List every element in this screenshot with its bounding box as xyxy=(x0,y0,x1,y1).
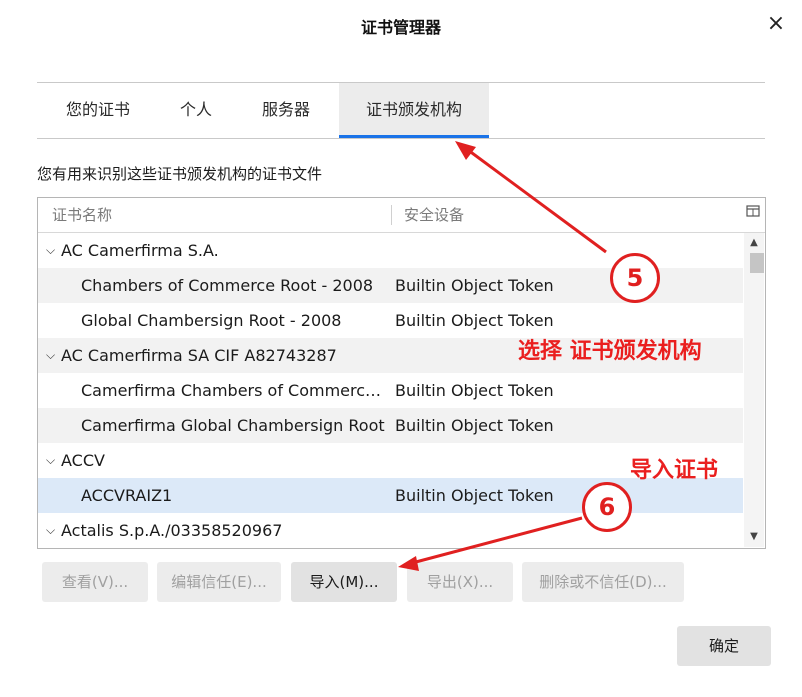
import-button[interactable]: 导入(M)... xyxy=(291,562,397,602)
row-name: Chambers of Commerce Root - 2008 xyxy=(81,276,374,295)
dialog-title: 证书管理器 xyxy=(360,18,441,37)
step-5-badge: 5 xyxy=(610,253,660,303)
scroll-thumb[interactable] xyxy=(750,253,764,273)
certificate-tree[interactable]: 证书名称 安全设备 ⌵ AC Camerfirma S.A. Chambers … xyxy=(37,197,766,549)
ok-button[interactable]: 确定 xyxy=(677,626,771,666)
certificate-manager-dialog: 证书管理器 × 您的证书 个人 服务器 证书颁发机构 您有用来识别这些证书颁发机… xyxy=(0,0,802,697)
tab-servers[interactable]: 服务器 xyxy=(233,83,339,137)
column-separator[interactable] xyxy=(391,205,392,225)
tree-header: 证书名称 安全设备 xyxy=(38,198,765,233)
row-name: Actalis S.p.A./03358520967 xyxy=(61,521,283,540)
tab-label: 服务器 xyxy=(261,100,310,119)
column-header-name[interactable]: 证书名称 xyxy=(52,198,112,232)
tabs-bottom-divider xyxy=(37,138,765,139)
chevron-down-icon[interactable]: ⌵ xyxy=(46,443,55,478)
chevron-down-icon[interactable]: ⌵ xyxy=(46,233,55,268)
export-button[interactable]: 导出(X)... xyxy=(407,562,513,602)
delete-distrust-button[interactable]: 删除或不信任(D)... xyxy=(522,562,684,602)
tab-bar: 您的证书 个人 服务器 证书颁发机构 xyxy=(37,83,765,139)
description-text: 您有用来识别这些证书颁发机构的证书文件 xyxy=(37,165,323,183)
edit-trust-button[interactable]: 编辑信任(E)... xyxy=(157,562,281,602)
scroll-up-icon[interactable]: ▲ xyxy=(744,235,764,251)
row-device: Builtin Object Token xyxy=(395,486,554,505)
tab-label: 证书颁发机构 xyxy=(365,100,462,119)
chevron-down-icon[interactable]: ⌵ xyxy=(46,513,55,548)
tree-item-row[interactable]: Camerfirma Chambers of Commerce... Built… xyxy=(38,373,743,408)
step-6-badge: 6 xyxy=(582,482,632,532)
vertical-scrollbar[interactable]: ▲ ▼ xyxy=(744,233,764,547)
row-name: AC Camerfirma SA CIF A82743287 xyxy=(61,346,337,365)
step-6-label: 导入证书 xyxy=(630,458,719,483)
row-name: AC Camerfirma S.A. xyxy=(61,241,219,260)
row-name: Global Chambersign Root - 2008 xyxy=(81,311,342,330)
row-device: Builtin Object Token xyxy=(395,381,554,400)
row-name: ACCV xyxy=(61,451,105,470)
tree-group-row[interactable]: ⌵ Actalis S.p.A./03358520967 xyxy=(38,513,743,548)
scroll-down-icon[interactable]: ▼ xyxy=(744,529,764,545)
tab-people[interactable]: 个人 xyxy=(159,83,233,137)
step-5-label: 选择 证书颁发机构 xyxy=(518,339,702,364)
close-icon[interactable]: × xyxy=(764,12,788,36)
tab-label: 您的证书 xyxy=(65,100,130,119)
title-bar: 证书管理器 × xyxy=(0,0,802,50)
row-device: Builtin Object Token xyxy=(395,416,554,435)
chevron-down-icon[interactable]: ⌵ xyxy=(46,338,55,373)
view-button[interactable]: 查看(V)... xyxy=(42,562,148,602)
row-name: Camerfirma Chambers of Commerce... xyxy=(81,381,389,400)
column-header-device[interactable]: 安全设备 xyxy=(404,198,464,232)
row-name: Camerfirma Global Chambersign Root xyxy=(81,416,385,435)
column-picker-icon[interactable] xyxy=(744,204,762,222)
tab-your-certificates[interactable]: 您的证书 xyxy=(37,83,159,137)
tree-item-row[interactable]: Camerfirma Global Chambersign Root Built… xyxy=(38,408,743,443)
row-name: ACCVRAIZ1 xyxy=(81,486,173,505)
tab-label: 个人 xyxy=(179,100,212,119)
row-device: Builtin Object Token xyxy=(395,276,554,295)
tab-authorities[interactable]: 证书颁发机构 xyxy=(339,83,489,139)
